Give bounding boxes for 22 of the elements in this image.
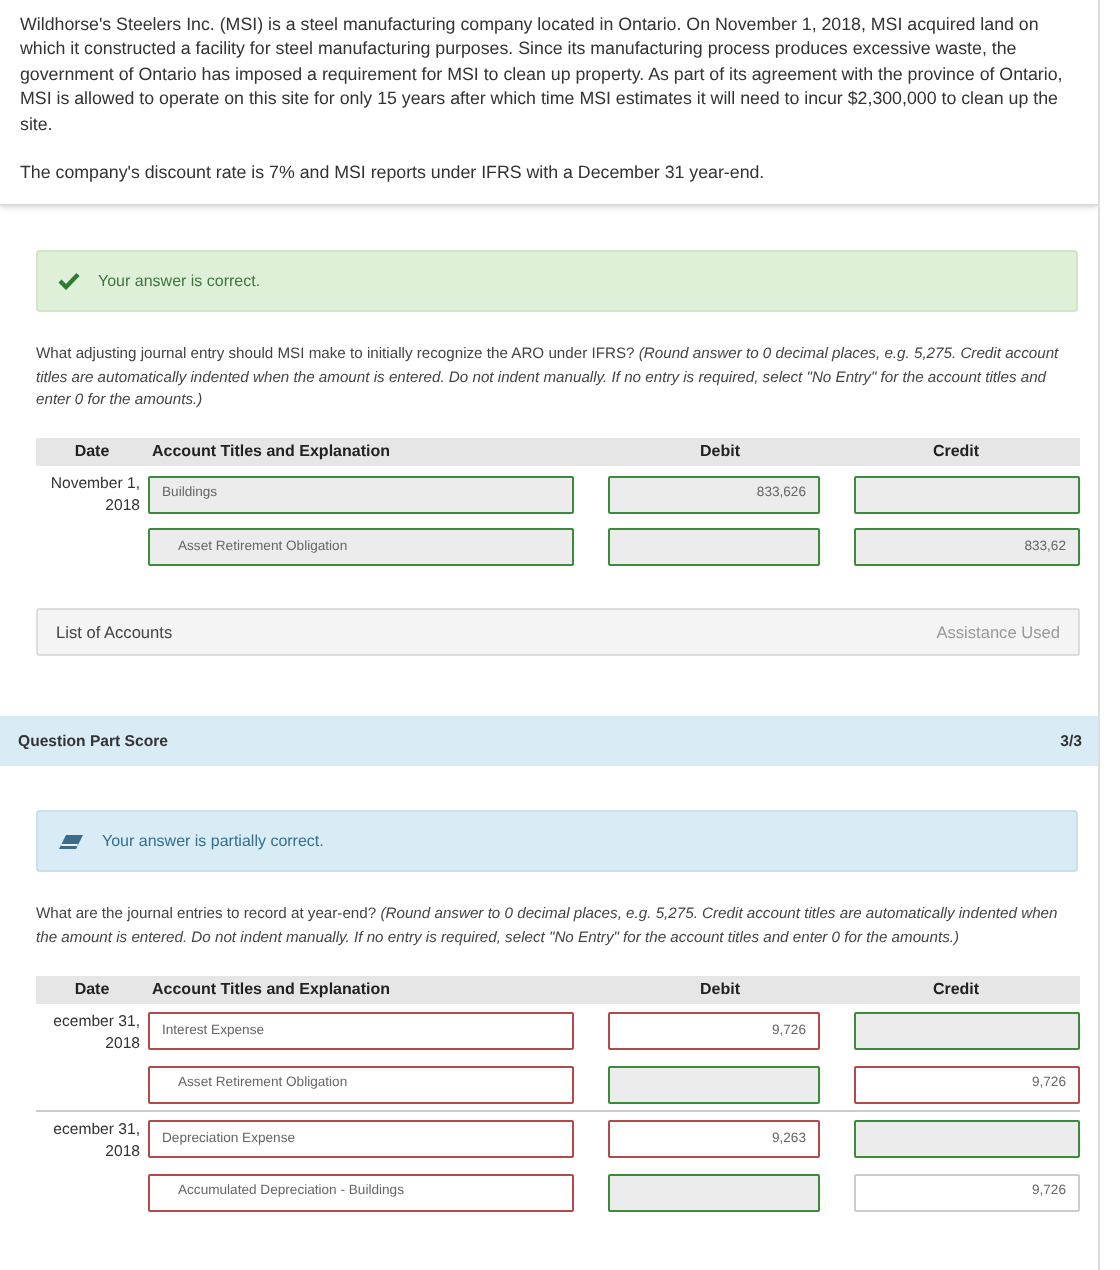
problem-text: The company's discount rate is 7% and MSI reports under IFRS with a December 31 year-end. bbox=[20, 160, 767, 185]
list-of-accounts-link[interactable]: List of Accounts bbox=[56, 620, 173, 646]
column-header: Credit bbox=[930, 440, 982, 465]
input-field[interactable] bbox=[608, 1173, 820, 1212]
column-header: Date bbox=[72, 440, 112, 465]
assistance-note: Assistance Used bbox=[936, 620, 1060, 646]
column-header: Credit bbox=[930, 977, 982, 1002]
input-field[interactable] bbox=[854, 1012, 1080, 1051]
result-message: Your answer is partially correct. bbox=[102, 829, 324, 854]
column-header: Date bbox=[72, 977, 112, 1002]
column-header: Account Titles and Explanation bbox=[150, 977, 392, 1002]
column-header: Debit bbox=[698, 977, 742, 1002]
input-field[interactable] bbox=[854, 1120, 1080, 1159]
input-field[interactable] bbox=[608, 1065, 820, 1104]
column-header: Account Titles and Explanation bbox=[150, 440, 392, 465]
result-message: Your answer is correct. bbox=[98, 269, 261, 294]
problem-text: Wildhorse's Steelers Inc. (MSI) is a steel manufacturing company located in Ontario. On November 1, 2018, MSI acquired land on which it constructed a facility for steel manufacturing purposes. Since its manufacturing process produces excessive waste, the government of Ontario has imposed a requirement for MSI to clean up property. As part of its agreement with the province of Ontario, MSI is allowed to operate on this site for only 15 years after which time MSI estimates it will need to incur $2,300,000 to clean up the site. bbox=[20, 12, 1065, 137]
eraser-icon bbox=[58, 833, 84, 850]
input-field[interactable] bbox=[608, 528, 820, 567]
input-field[interactable] bbox=[854, 475, 1080, 514]
check-icon bbox=[58, 272, 80, 291]
column-header: Debit bbox=[698, 440, 742, 465]
